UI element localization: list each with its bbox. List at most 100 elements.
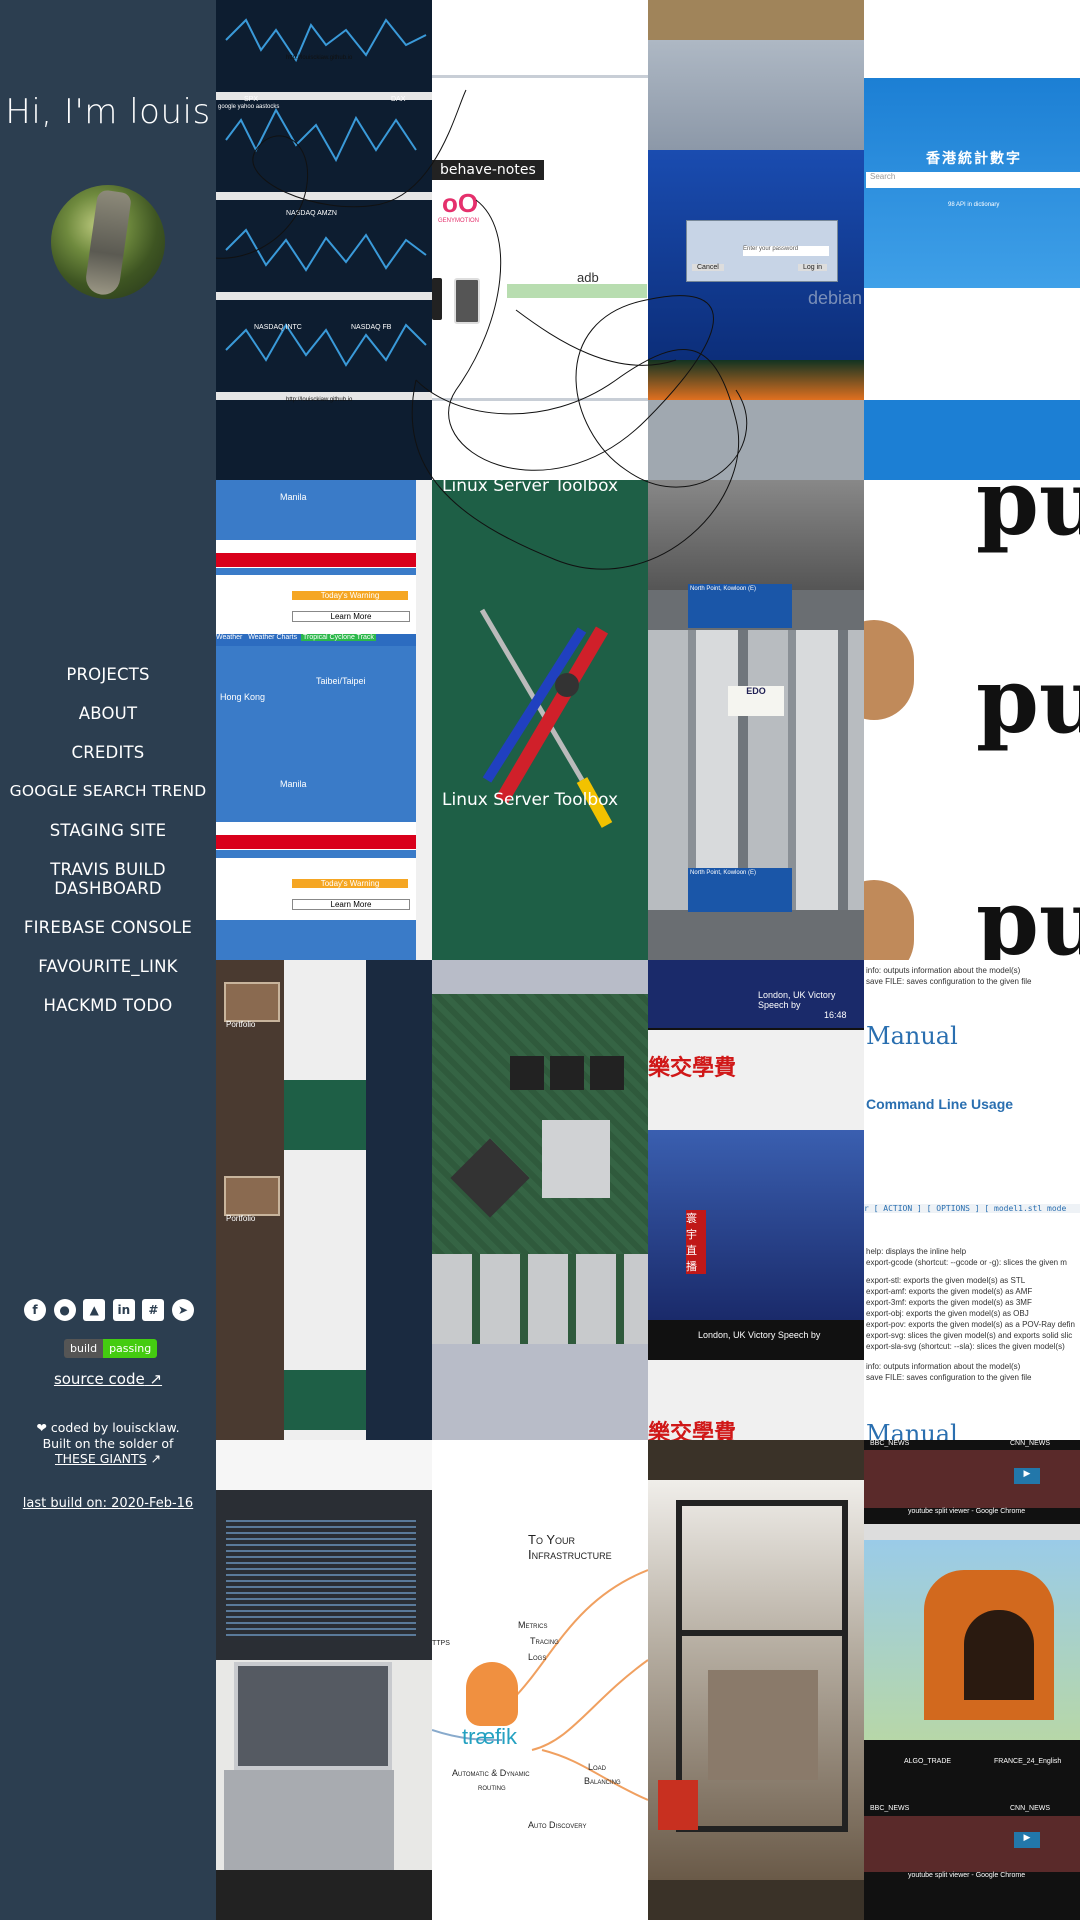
tile-3d-printer[interactable] xyxy=(648,1440,864,1920)
stock-label-fb: NASDAQ FB xyxy=(351,324,392,331)
tile-stock-charts[interactable]: SPX DAX google yahoo aastocks NASDAQ AMZ… xyxy=(216,0,432,480)
manual-title: Manual xyxy=(866,1022,958,1050)
giants-link[interactable]: THESE GIANTS xyxy=(55,1451,147,1466)
stock-url-2: http://louisckiaw.github.io xyxy=(286,397,353,403)
manual-line-9: export-pov: exports the given model(s) a… xyxy=(866,1320,1075,1329)
slack-icon[interactable]: # xyxy=(142,1299,165,1321)
tab-cyclone[interactable]: Tropical Cyclone Track xyxy=(300,634,376,641)
manual-heading: Command Line Usage xyxy=(866,1096,1014,1112)
nav-favourite-link[interactable]: FAVOURITE_LINK xyxy=(0,947,216,986)
tile-weather-app[interactable]: Today's Warning Learn More Weather Weath… xyxy=(216,480,432,960)
last-build-link[interactable]: last build on: 2020-Feb-16 xyxy=(0,1496,216,1511)
tab-weather-charts[interactable]: Weather Charts xyxy=(248,634,297,641)
tile-traffic-photo[interactable]: North Point, Kowloon (E) EDO North Point… xyxy=(648,480,864,960)
password-field[interactable]: Enter your password xyxy=(743,246,829,256)
source-code-link[interactable]: source code ↗ xyxy=(0,1370,216,1388)
tile-hk-stat[interactable]: 香港統計數字 Search 98 API in dictionary xyxy=(864,0,1080,480)
nav-google-search-trend[interactable]: GOOGLE SEARCH TREND xyxy=(0,772,216,811)
nav-staging-site[interactable]: STAGING SITE xyxy=(0,811,216,850)
stock-label-dax: DAX xyxy=(391,96,406,103)
printer-frame xyxy=(676,1500,848,1832)
tile-slic3r-manual[interactable]: info: outputs information about the mode… xyxy=(864,960,1080,1440)
manual-title-2: Manual xyxy=(866,1420,958,1440)
source-code-label: source code xyxy=(53,1370,145,1388)
traefik-tracing: Tracing xyxy=(530,1636,559,1646)
yt-title-bbc: BBC_NEWS xyxy=(870,1440,910,1447)
manual-syntax: r [ ACTION ] [ OPTIONS ] [ model1.stl mo… xyxy=(864,1204,1080,1213)
external-link-icon: ↗ xyxy=(149,1370,163,1388)
tile-pcb-board[interactable] xyxy=(432,960,648,1440)
play-button-icon[interactable]: ▶ xyxy=(1014,1468,1040,1484)
learn-more-button[interactable]: Learn More xyxy=(292,611,410,622)
arrow-left-icon xyxy=(507,284,647,298)
chip-2 xyxy=(550,1056,584,1090)
traefik-auto: Auto Discovery xyxy=(528,1820,587,1830)
toolbox-title-2: Linux Server Toolbox xyxy=(442,790,619,810)
badge-status: passing xyxy=(103,1339,158,1358)
hk-stat-subtitle: 98 API in dictionary xyxy=(948,202,1000,208)
todays-warning-button-2[interactable]: Today's Warning xyxy=(292,879,408,888)
tile-linux-toolbox[interactable]: Linux Server Toolbox Linux Server Toolbo… xyxy=(432,480,648,960)
news-headline: 樂交學費 xyxy=(648,1055,737,1080)
cancel-button[interactable]: Cancel xyxy=(692,264,724,271)
nav-credits[interactable]: CREDITS xyxy=(0,733,216,772)
map-label-manila: Manila xyxy=(280,492,307,502)
tile-news-broadcast[interactable]: London, UK Victory Speech by 16:48 樂交學費 … xyxy=(648,960,864,1440)
nav-hackmd-todo[interactable]: HACKMD TODO xyxy=(0,986,216,1025)
manual-line-11: export-sla-svg (shortcut: --sla): slices… xyxy=(866,1342,1065,1351)
genymotion-logo: oO xyxy=(442,188,479,218)
portfolio-label: Portfolio xyxy=(226,1020,256,1029)
stock-url: http://louisckiaw.github.io xyxy=(286,55,353,61)
folder-icon-2 xyxy=(224,1176,280,1216)
hk-stat-search[interactable]: Search xyxy=(866,172,1080,188)
avatar xyxy=(51,185,165,299)
tools-icon xyxy=(479,608,613,828)
nav-about[interactable]: ABOUT xyxy=(0,694,216,733)
tab-weather[interactable]: Weather xyxy=(216,634,242,641)
badge-label: build xyxy=(64,1339,104,1358)
todays-warning-button[interactable]: Today's Warning xyxy=(292,591,408,600)
manual-line-6: export-amf: exports the given model(s) a… xyxy=(866,1287,1033,1296)
laptop-image xyxy=(234,1662,392,1770)
tile-traefik[interactable]: To Your Infrastructure Metrics Tracing L… xyxy=(432,1440,648,1920)
credits-text: ❤ coded by louiscklaw. Built on the sold… xyxy=(0,1420,216,1467)
tile-portfolio-collage[interactable]: Portfolio Portfolio xyxy=(216,960,432,1440)
gitlab-icon[interactable]: ▲ xyxy=(83,1299,106,1321)
weather-tabs: Weather Weather Charts Tropical Cyclone … xyxy=(216,634,416,646)
manual-line-1: info: outputs information about the mode… xyxy=(866,966,1021,975)
tile-laptop-photo[interactable] xyxy=(216,1440,432,1920)
yt-title-france: FRANCE_24_English xyxy=(994,1758,1062,1765)
manual-line-7: export-3mf: exports the given model(s) a… xyxy=(866,1298,1032,1307)
credits-line-1: ❤ coded by louiscklaw. xyxy=(36,1420,180,1435)
manual-line-2: save FILE: saves configuration to the gi… xyxy=(866,977,1032,986)
tile-adb-notes[interactable]: behave-notes oO GENYMOTION adb xyxy=(432,0,648,480)
folder-icon xyxy=(224,982,280,1022)
nav-travis-build-dashboard[interactable]: TRAVIS BUILD DASHBOARD xyxy=(0,850,216,908)
facebook-icon[interactable]: f xyxy=(24,1299,46,1321)
portfolio-label-2: Portfolio xyxy=(226,1214,256,1223)
yt-title-bbc-2: BBC_NEWS xyxy=(870,1805,910,1812)
tile-youtube-split[interactable]: BBC_NEWS CNN_NEWS ▶ youtube split viewer… xyxy=(864,1440,1080,1920)
tile-debian-login[interactable]: Enter your password Cancel Log in debian xyxy=(648,0,864,480)
map-label-taipei: Taibei/Taipei xyxy=(316,676,366,686)
build-status-badge[interactable]: build passing xyxy=(64,1339,158,1358)
traefik-routing: routing xyxy=(478,1782,506,1792)
play-button-icon-2[interactable]: ▶ xyxy=(1014,1832,1040,1848)
news-ticker-2: London, UK Victory Speech by xyxy=(698,1330,821,1340)
nav-projects[interactable]: PROJECTS xyxy=(0,655,216,694)
traefik-https: TTPS xyxy=(432,1640,450,1647)
login-button[interactable]: Log in xyxy=(798,264,828,271)
chip-3 xyxy=(590,1056,624,1090)
tile-pug[interactable]: pu pu pu xyxy=(864,480,1080,960)
phone-image xyxy=(432,278,442,320)
yt-title-cnn-2: CNN_NEWS xyxy=(1010,1805,1051,1812)
github-icon[interactable]: ● xyxy=(53,1299,76,1321)
phone-image-2 xyxy=(454,278,480,324)
nav-firebase-console[interactable]: FIREBASE CONSOLE xyxy=(0,908,216,947)
telegram-icon[interactable]: ➤ xyxy=(171,1299,194,1321)
external-link-icon: ↗ xyxy=(150,1451,162,1466)
hk-stat-title: 香港統計數字 xyxy=(926,150,1022,166)
genymotion-label: GENYMOTION xyxy=(438,218,480,224)
linkedin-icon[interactable]: in xyxy=(112,1299,135,1321)
learn-more-button-2[interactable]: Learn More xyxy=(292,899,410,910)
